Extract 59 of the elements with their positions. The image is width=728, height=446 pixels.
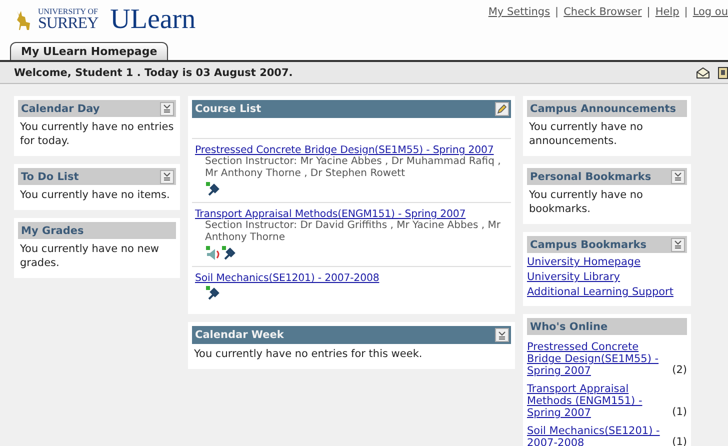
tab[interactable]: My ULearn Homepage (10, 42, 168, 60)
pin-icon[interactable] (205, 182, 221, 198)
module-message: You currently have no new grades. (19, 242, 160, 270)
module-message: You currently have no items. (19, 188, 171, 202)
header-link[interactable]: Help (655, 6, 680, 40)
instructor-list: Section Instructor: Mr Yacine Abbes , Dr Muhammad Rafiq , Mr Anthony Thorne , Dr Stephen Rowett (195, 156, 509, 180)
bookmark-link[interactable]: University Library (527, 271, 687, 283)
speaker-icon[interactable] (205, 246, 221, 262)
collapse-button[interactable] (160, 170, 174, 184)
collapse-button[interactable] (671, 170, 685, 184)
module-title: Who's Online (530, 320, 608, 332)
pin-icon[interactable] (221, 246, 237, 262)
collapse-button[interactable] (160, 102, 174, 116)
module-message: You currently have no entries for today. (19, 120, 175, 148)
course-link[interactable]: Transport Appraisal Methods(ENGM151) - Spring 2007 (195, 209, 509, 220)
logo-text: SURREY (38, 16, 98, 32)
pin-icon[interactable] (205, 286, 221, 302)
link-separator: | (684, 6, 688, 20)
app-title: ULearn (110, 4, 196, 36)
module-title: Calendar Day (21, 102, 100, 114)
header-link[interactable]: Check Browser (564, 6, 642, 40)
module-title: Course List (195, 103, 262, 115)
module-message: You currently have no entries for this week. (193, 347, 424, 361)
user-count: (2) (672, 363, 687, 377)
course-link[interactable]: Soil Mechanics(SE1201) - 2007-2008 (195, 273, 509, 284)
stag-icon (14, 9, 32, 31)
module-title: Campus Announcements (530, 102, 676, 114)
header-link[interactable]: Log ou (692, 6, 728, 40)
pencil-icon (497, 104, 507, 114)
collapse-icon (674, 240, 682, 249)
user-count: (1) (672, 405, 687, 419)
course-link[interactable]: Transport Appraisal Methods (ENGM151) - Spring 2007 (527, 383, 670, 419)
logo-text: UNIVERSITY OF (38, 8, 98, 16)
module-message: You currently have no bookmarks. (528, 188, 644, 216)
module-title: Campus Bookmarks (530, 238, 646, 250)
bookmark-link[interactable]: University Homepage (527, 256, 687, 268)
course-link[interactable]: Prestressed Concrete Bridge Design(SE1M55) - Spring 2007 (195, 145, 509, 156)
module-title: My Grades (21, 224, 84, 236)
collapse-icon (498, 330, 506, 340)
collapse-button[interactable] (495, 328, 509, 342)
module-title: Calendar Week (195, 329, 284, 341)
panel-icon[interactable] (718, 66, 728, 78)
edit-button[interactable] (495, 102, 509, 116)
course-link[interactable]: Prestressed Concrete Bridge Design(SE1M55) - Spring 2007 (527, 341, 670, 377)
welcome-message: Welcome, Student 1 . Today is 03 August 2007. (14, 66, 293, 78)
collapse-icon (163, 104, 171, 113)
module-title: To Do List (21, 170, 79, 182)
link-separator: | (555, 6, 559, 20)
module-title: Personal Bookmarks (530, 170, 652, 182)
instructor-list: Section Instructor: Dr David Griffiths , Mr Yacine Abbes , Mr Anthony Thorne (195, 220, 509, 244)
bookmark-link[interactable]: Additional Learning Support (527, 286, 687, 298)
collapse-icon (163, 172, 171, 181)
header-link[interactable]: My Settings (488, 6, 550, 40)
module-message: You currently have no announcements. (528, 120, 644, 148)
collapse-icon (674, 172, 682, 181)
link-separator: | (646, 6, 650, 20)
collapse-button[interactable] (671, 238, 685, 252)
course-link[interactable]: Soil Mechanics(SE1201) - 2007-2008 (527, 425, 670, 446)
envelope-icon[interactable] (696, 66, 710, 78)
